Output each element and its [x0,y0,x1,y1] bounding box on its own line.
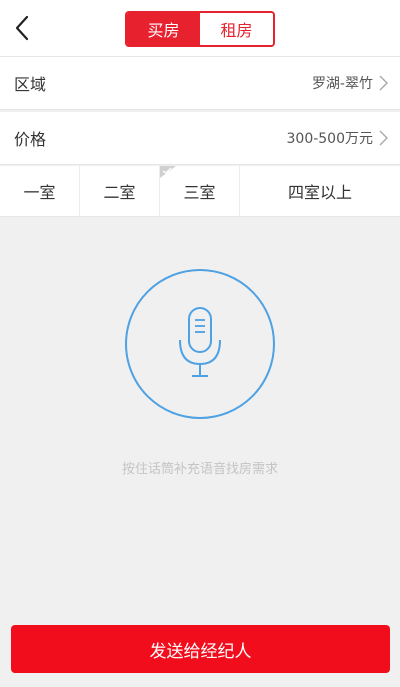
room-option-label: 三室 [183,183,216,202]
voice-hint: 按住话筒补充语音找房需求 [121,462,278,477]
back-button[interactable] [8,14,36,42]
tab-rent[interactable]: 租房 [200,13,273,45]
price-row[interactable]: 价格 300-500万元 [0,112,400,165]
room-option-label: 四室以上 [287,183,352,202]
region-label: 区域 [14,75,47,94]
chevron-right-icon [379,75,388,91]
price-label: 价格 [14,130,47,149]
selected-corner-icon [160,166,176,178]
chevron-left-icon [15,15,29,41]
screen: 买房 租房 区域 罗湖-翠竹 价格 300-500万元 一室 二室 三室 四室以… [0,0,400,687]
room-option-label: 二室 [103,183,136,202]
room-option-label: 一室 [23,183,56,202]
room-option-1[interactable]: 一室 [0,166,80,216]
tab-buy[interactable]: 买房 [127,13,200,45]
region-value: 罗湖-翠竹 [311,76,373,92]
chevron-right-icon [379,130,388,146]
room-option-3[interactable]: 三室 [160,166,240,216]
buy-rent-toggle: 买房 租房 [125,11,275,47]
voice-record-button[interactable] [125,269,275,419]
price-value: 300-500万元 [286,131,374,147]
room-filter: 一室 二室 三室 四室以上 [0,166,400,217]
microphone-icon [179,307,221,377]
room-option-2[interactable]: 二室 [80,166,160,216]
send-to-agent-button[interactable]: 发送给经纪人 [11,625,390,673]
room-option-4plus[interactable]: 四室以上 [240,166,400,216]
header-bar: 买房 租房 [0,0,400,57]
region-row[interactable]: 区域 罗湖-翠竹 [0,57,400,110]
